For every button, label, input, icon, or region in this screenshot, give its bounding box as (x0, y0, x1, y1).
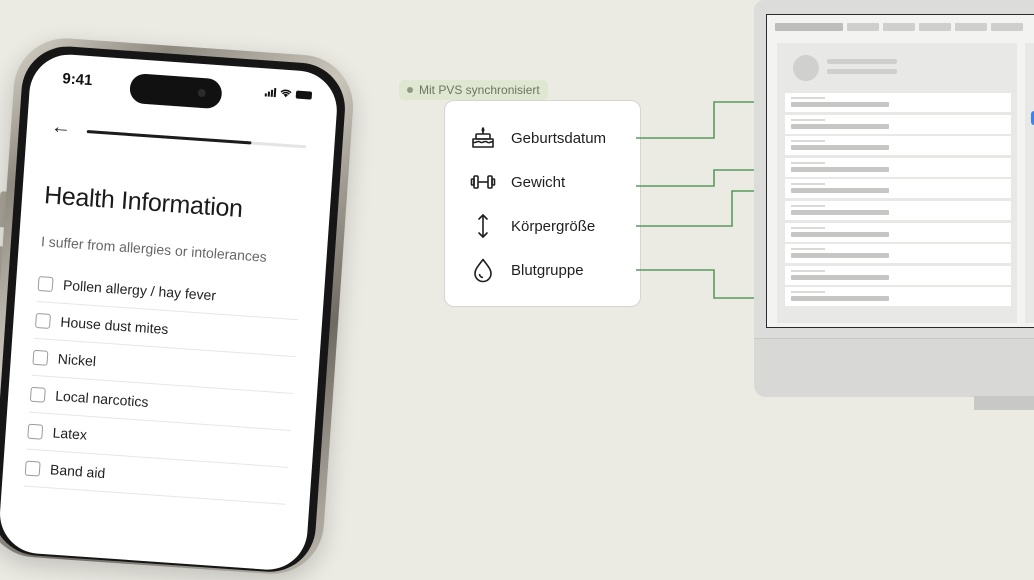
status-icons (264, 87, 313, 100)
option-label: Local narcotics (54, 387, 150, 410)
patient-info-placeholder (827, 69, 897, 74)
field-height: Körpergröße (469, 212, 595, 240)
pvs-row (785, 200, 1011, 220)
birthday-cake-icon (469, 124, 497, 152)
blood-drop-icon (469, 256, 497, 284)
patient-name-placeholder (827, 59, 897, 64)
option-label: Band aid (49, 461, 106, 482)
field-birthdate: Geburtsdatum (469, 124, 606, 152)
pvs-patient-panel (777, 43, 1017, 323)
checkbox[interactable] (29, 386, 46, 403)
progress-bar (86, 130, 307, 149)
allergy-option-list: Pollen allergy / hay fever House dust mi… (23, 265, 301, 505)
field-label: Blutgruppe (511, 261, 584, 279)
pvs-row (785, 287, 1011, 307)
synced-fields-card: Geburtsdatum Gewicht Körpergröße Blutgru… (444, 100, 641, 307)
wifi-icon (280, 89, 292, 98)
pvs-row (785, 136, 1011, 156)
checkbox[interactable] (24, 460, 41, 477)
pvs-side-panel (1025, 43, 1034, 323)
pvs-row (785, 114, 1011, 134)
pvs-topbar (775, 23, 1023, 33)
option-label: Nickel (57, 350, 97, 370)
phone-mockup: 9:41 ← Health Information I suffer from … (0, 25, 389, 578)
option-label: Pollen allergy / hay fever (62, 276, 217, 304)
sync-status-label: Mit PVS synchronisiert (419, 83, 540, 97)
height-arrow-icon (469, 212, 497, 240)
pvs-row (785, 179, 1011, 199)
phone-screen: 9:41 ← Health Information I suffer from … (0, 52, 340, 573)
dynamic-island (128, 72, 223, 110)
laptop-screen (766, 14, 1034, 328)
battery-icon (295, 90, 313, 100)
option-label: House dust mites (59, 313, 169, 338)
laptop-base (754, 338, 1034, 397)
field-blood-type: Blutgruppe (469, 256, 584, 284)
back-arrow-icon[interactable]: ← (50, 116, 71, 140)
pvs-row (785, 244, 1011, 264)
dumbbell-icon (469, 168, 497, 196)
progress-fill (86, 130, 252, 145)
checkbox[interactable] (32, 349, 49, 366)
checkbox[interactable] (35, 312, 52, 329)
sync-status-badge: Mit PVS synchronisiert (399, 80, 548, 100)
avatar (793, 55, 819, 81)
status-time: 9:41 (61, 70, 93, 90)
pvs-row (785, 222, 1011, 242)
checkbox[interactable] (27, 423, 44, 440)
signal-icon (264, 87, 277, 98)
pvs-field-rows (785, 93, 1011, 309)
field-label: Geburtsdatum (511, 129, 607, 147)
field-label: Gewicht (511, 173, 566, 191)
pvs-row (785, 93, 1011, 112)
option-label: Latex (52, 424, 88, 443)
page-title: Health Information (43, 181, 244, 224)
pvs-row (785, 265, 1011, 285)
checkbox[interactable] (37, 275, 54, 292)
pvs-row (785, 157, 1011, 177)
field-label: Körpergröße (511, 217, 596, 235)
laptop-foot (974, 396, 1034, 410)
page-subtitle: I suffer from allergies or intolerances (40, 233, 268, 265)
status-dot-icon (407, 87, 413, 93)
field-weight: Gewicht (469, 168, 565, 196)
